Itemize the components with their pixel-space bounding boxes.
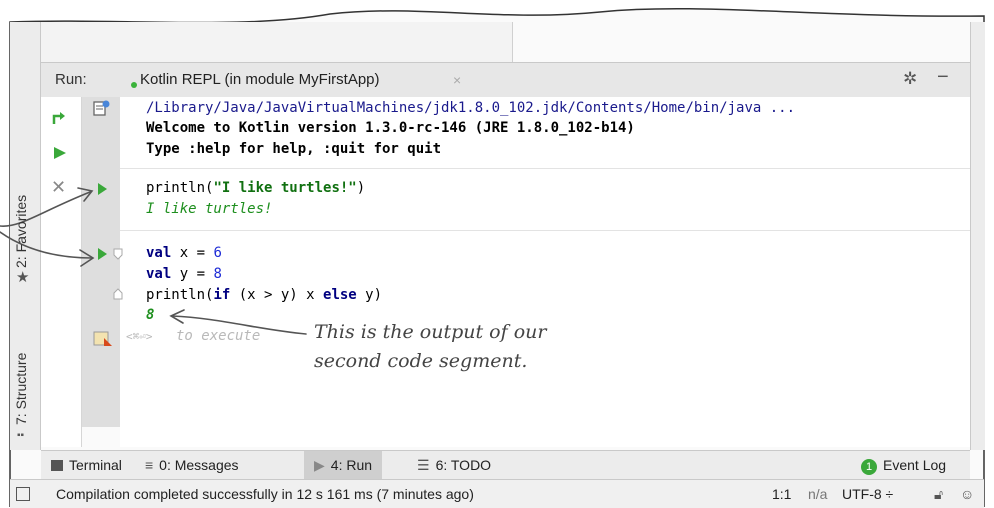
toggle-tool-windows-icon[interactable] bbox=[16, 487, 30, 501]
event-log-button[interactable]: 1 Event Log bbox=[861, 457, 946, 475]
run-tab-icon: ▶ bbox=[314, 457, 325, 473]
event-log-badge: 1 bbox=[861, 459, 877, 475]
favorites-tab[interactable]: 2: Favorites bbox=[13, 195, 29, 268]
terminal-icon bbox=[51, 460, 63, 471]
status-bar: Compilation completed successfully in 12… bbox=[10, 479, 984, 508]
todo-icon: ☰ bbox=[417, 457, 430, 473]
line-separator: n/a bbox=[808, 486, 828, 502]
lock-icon[interactable]: 🔓︎ bbox=[934, 486, 943, 503]
messages-tab[interactable]: ≡ 0: Messages bbox=[145, 457, 239, 473]
messages-icon: ≡ bbox=[145, 457, 154, 473]
annotation-line1: This is the output of our bbox=[314, 321, 547, 343]
annotation-line2: second code segment. bbox=[314, 350, 528, 372]
structure-icon: ▪▪ bbox=[17, 430, 25, 441]
run-tab[interactable]: ▶ 4: Run bbox=[304, 451, 383, 479]
structure-tab[interactable]: 7: Structure bbox=[13, 353, 29, 425]
inspector-icon[interactable]: ☺ bbox=[960, 486, 974, 502]
cursor-position[interactable]: 1:1 bbox=[772, 486, 791, 502]
file-encoding[interactable]: UTF-8 ÷ bbox=[842, 486, 893, 502]
bottom-tool-tabs: Terminal ≡ 0: Messages ▶ 4: Run ☰ 6: TODO 1… bbox=[41, 450, 970, 479]
annotation-arrows bbox=[0, 187, 307, 335]
status-message: Compilation completed successfully in 12… bbox=[56, 486, 474, 502]
terminal-tab[interactable]: Terminal bbox=[51, 457, 122, 473]
todo-tab[interactable]: ☰ 6: TODO bbox=[417, 457, 491, 474]
star-icon: ★ bbox=[16, 269, 30, 286]
